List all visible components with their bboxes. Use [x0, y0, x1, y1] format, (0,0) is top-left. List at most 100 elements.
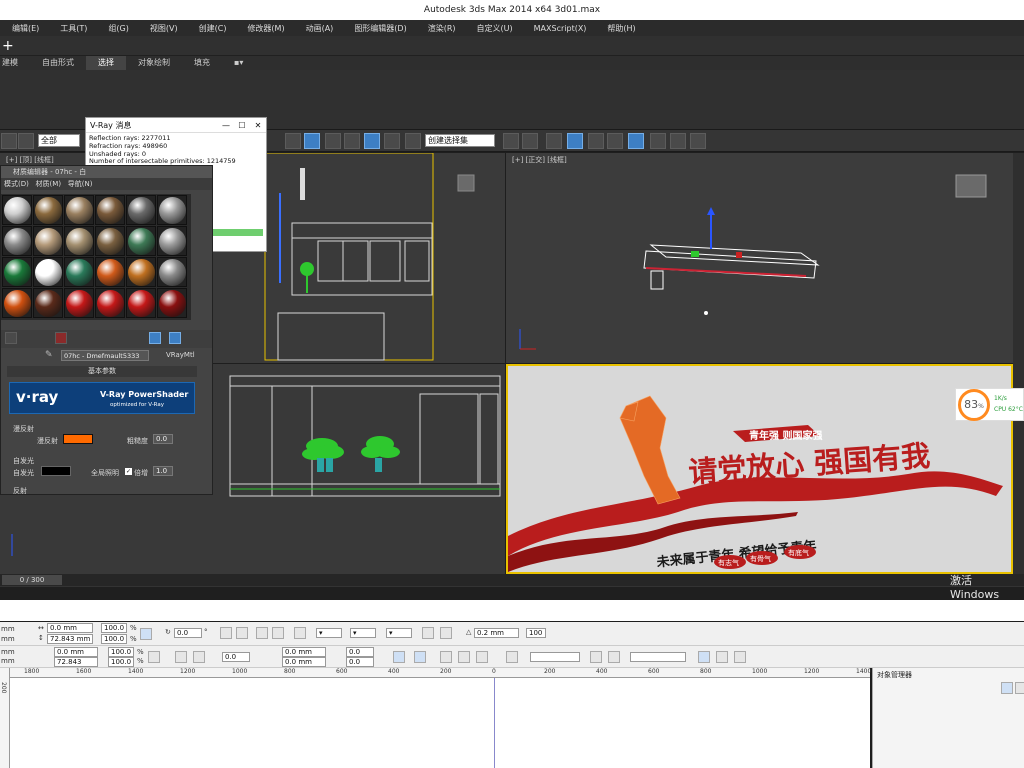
position-y2-input[interactable]: 0.0 mm: [282, 657, 326, 667]
line-style3-dropdown[interactable]: ▾: [386, 628, 412, 638]
material-slot[interactable]: [95, 195, 125, 225]
track-bar[interactable]: [0, 586, 1024, 600]
mirror-v-icon[interactable]: [236, 627, 248, 639]
material-slot[interactable]: [157, 257, 187, 287]
scene-explorer-icon[interactable]: [567, 133, 583, 149]
show-end-icon[interactable]: [169, 332, 181, 344]
tool-icon-2[interactable]: [414, 651, 426, 663]
x-position-input[interactable]: 0.0 mm: [47, 623, 93, 633]
pick-material-icon[interactable]: ✎: [45, 350, 53, 360]
material-slot[interactable]: [157, 195, 187, 225]
drawing-canvas[interactable]: [10, 678, 870, 768]
curve-editor-icon[interactable]: [588, 133, 604, 149]
mirror-icon[interactable]: [503, 133, 519, 149]
material-slot[interactable]: [95, 257, 125, 287]
material-slot[interactable]: [2, 257, 32, 287]
material-slot[interactable]: [33, 257, 63, 287]
corner-icon[interactable]: [256, 627, 268, 639]
menu-mode[interactable]: 模式(D): [4, 180, 29, 188]
material-editor-icon[interactable]: [628, 133, 644, 149]
material-slot[interactable]: [95, 288, 125, 318]
y-position-input[interactable]: 72.843 mm: [47, 634, 93, 644]
mirror-h-icon-2[interactable]: [175, 651, 187, 663]
menu-rendering[interactable]: 渲染(R): [416, 23, 465, 34]
performance-widget[interactable]: 83% 1K/s CPU 62°C: [955, 388, 1024, 421]
selfillum-color-swatch[interactable]: [41, 466, 71, 476]
line-style2-dropdown[interactable]: ▾: [350, 628, 376, 638]
minimize-icon[interactable]: —: [218, 121, 234, 130]
menu-help[interactable]: 帮助(H): [595, 23, 644, 34]
menu-tools[interactable]: 工具(T): [48, 23, 96, 34]
skew-y-input[interactable]: 0.0: [346, 657, 374, 667]
tab-selection[interactable]: 选择: [86, 56, 126, 70]
node-icon[interactable]: [440, 627, 452, 639]
weld-icon[interactable]: [440, 651, 452, 663]
align-left-icon[interactable]: [294, 627, 306, 639]
tab-modeling[interactable]: 建模: [0, 56, 30, 70]
menu-customize[interactable]: 自定义(U): [465, 23, 522, 34]
material-slot[interactable]: [2, 195, 32, 225]
menu-animation[interactable]: 动画(A): [294, 23, 343, 34]
menu-group[interactable]: 组(G): [96, 23, 137, 34]
maximize-icon[interactable]: ☐: [234, 121, 250, 130]
material-slot[interactable]: [2, 226, 32, 256]
selection-filter-dropdown[interactable]: 全部: [38, 134, 80, 147]
lock-ratio-icon-2[interactable]: [148, 651, 160, 663]
material-slot[interactable]: [126, 288, 156, 318]
align-icon[interactable]: [522, 133, 538, 149]
scale-icon[interactable]: [272, 627, 284, 639]
width-scale-input[interactable]: 100.0: [101, 623, 127, 633]
vertical-ruler[interactable]: 200: [0, 668, 10, 768]
material-slot[interactable]: [157, 288, 187, 318]
menu-material[interactable]: 材质(M): [36, 180, 62, 188]
simplify-icon[interactable]: [506, 651, 518, 663]
snap-2-5-icon[interactable]: [325, 133, 341, 149]
material-slot[interactable]: [157, 226, 187, 256]
angle-input[interactable]: 0.0: [174, 628, 202, 638]
x-position-input-2[interactable]: 0.0 mm: [54, 647, 98, 657]
object-manager-icon-2[interactable]: [1015, 682, 1024, 694]
trim-icon[interactable]: [458, 651, 470, 663]
gi-checkbox[interactable]: ✓: [125, 468, 132, 475]
menu-graph-editors[interactable]: 图形编辑器(D): [342, 23, 415, 34]
trash-icon[interactable]: [608, 651, 620, 663]
mirror-h-icon[interactable]: [220, 627, 232, 639]
material-editor-title[interactable]: 材质编辑器 - 07hc - 白: [1, 166, 212, 178]
horizontal-ruler[interactable]: 1800 1600 1400 1200 1000 800 600 400 200 0 200 400 6…: [10, 668, 871, 678]
height-scale-input-2[interactable]: 100.0: [108, 657, 134, 667]
opacity-input[interactable]: 100: [526, 628, 546, 638]
tool-icon-1[interactable]: [393, 651, 405, 663]
roughness-input[interactable]: 0.0: [153, 434, 173, 444]
material-name-field[interactable]: 07hc - Dmefmault5333: [61, 350, 149, 361]
tab-object-paint[interactable]: 对象绘制: [126, 56, 182, 70]
material-type-button[interactable]: VRayMtl: [166, 351, 195, 359]
material-slot[interactable]: [95, 226, 125, 256]
material-slot[interactable]: [126, 257, 156, 287]
angle-snap-icon[interactable]: [344, 133, 360, 149]
layer-icon[interactable]: [546, 133, 562, 149]
command-panel[interactable]: [1013, 153, 1024, 574]
material-slot[interactable]: [64, 195, 94, 225]
material-slot[interactable]: [64, 226, 94, 256]
color-icon[interactable]: [734, 651, 746, 663]
tab-freeform[interactable]: 自由形式: [30, 56, 86, 70]
line-style-dropdown[interactable]: ▾: [316, 628, 342, 638]
viewport-rendered[interactable]: 青年强 则国家强 请党放心 强国有我 未来属于青年 希望给予青年 有志气 有骨气…: [506, 364, 1013, 574]
material-slot[interactable]: [33, 195, 63, 225]
delete-icon[interactable]: [55, 332, 67, 344]
viewport-orthographic[interactable]: [+] [正交] [线框]: [506, 153, 1013, 363]
menu-views[interactable]: 视图(V): [138, 23, 187, 34]
menu-navigation[interactable]: 导航(N): [68, 180, 93, 188]
schematic-icon[interactable]: [607, 133, 623, 149]
y-position-input-2[interactable]: 72.843 mm: [54, 657, 98, 675]
vray-message-titlebar[interactable]: V-Ray 消息 — ☐ ✕: [86, 118, 266, 133]
material-slot[interactable]: [33, 226, 63, 256]
show-map-icon[interactable]: [149, 332, 161, 344]
plus-icon[interactable]: +: [2, 38, 14, 54]
outline-width-dropdown[interactable]: 0.2 mm: [474, 628, 519, 638]
ribbon-options-icon[interactable]: ▪▾: [222, 56, 255, 70]
angle-input-2[interactable]: 0.0: [222, 652, 250, 662]
select-icon[interactable]: [698, 651, 710, 663]
material-slot[interactable]: [64, 288, 94, 318]
menu-modifiers[interactable]: 修改器(M): [235, 23, 293, 34]
